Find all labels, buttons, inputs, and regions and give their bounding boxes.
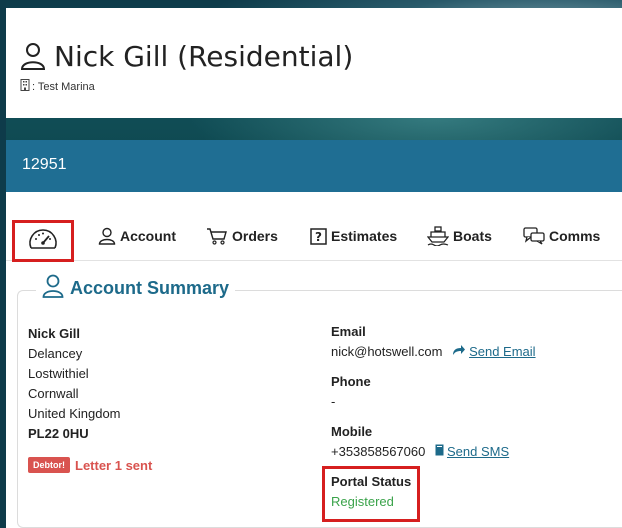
- email-row: nick@hotswell.com Send Email: [331, 344, 536, 359]
- mobile-row: +353858567060 Send SMS: [331, 444, 509, 459]
- account-summary-title: Account Summary: [36, 274, 236, 303]
- address-line: Lostwithiel: [28, 366, 89, 381]
- address-line: United Kingdom: [28, 406, 121, 421]
- summary-title-text: Account Summary: [70, 278, 230, 298]
- user-icon: [42, 274, 64, 303]
- cart-icon: [206, 227, 228, 245]
- marina-line: : Test Marina: [20, 79, 95, 94]
- address-name: Nick Gill: [28, 326, 81, 341]
- email-value: nick@hotswell.com: [331, 344, 443, 359]
- portal-status-highlight: [322, 466, 420, 522]
- debtor-text: Letter 1 sent: [75, 457, 153, 473]
- tab-label: Account: [120, 228, 176, 244]
- tab-label: Boats: [453, 228, 492, 244]
- tab-bar: Account Orders ? Estimates Boats Comms: [6, 192, 622, 261]
- tab-label: Orders: [232, 228, 278, 244]
- question-square-icon: ?: [310, 227, 327, 245]
- dashboard-gauge-icon: [27, 226, 59, 257]
- tab-comms[interactable]: Comms: [523, 224, 600, 248]
- marina-label: : Test Marina: [32, 80, 95, 93]
- address-line: Delancey: [28, 346, 83, 361]
- ship-icon: [427, 226, 449, 246]
- address-block: Nick Gill Delancey Lostwithiel Cornwall …: [28, 324, 121, 444]
- user-icon: [20, 42, 46, 70]
- tab-label: Comms: [549, 228, 601, 244]
- page-title: Nick Gill (Residential): [20, 38, 353, 74]
- tab-estimates[interactable]: ? Estimates: [310, 224, 397, 248]
- mobile-label: Mobile: [331, 424, 373, 439]
- header-card: Nick Gill (Residential) : Test Marina: [6, 8, 622, 118]
- account-id: 12951: [22, 156, 67, 173]
- address-line: Cornwall: [28, 386, 79, 401]
- send-sms-label: Send SMS: [446, 444, 510, 459]
- building-icon: [20, 79, 30, 94]
- email-label: Email: [331, 324, 366, 339]
- send-sms-link[interactable]: Send SMS: [435, 444, 509, 459]
- send-email-link[interactable]: Send Email: [452, 344, 536, 359]
- book-icon: [435, 444, 444, 459]
- tab-label: Estimates: [331, 228, 398, 244]
- account-id-band: 12951: [6, 140, 622, 192]
- main-content: Account Orders ? Estimates Boats Comms A…: [6, 192, 622, 528]
- customer-name: Nick Gill (Residential): [54, 39, 354, 73]
- tab-account[interactable]: Account: [98, 224, 176, 248]
- user-icon: [98, 227, 116, 245]
- mobile-value: +353858567060: [331, 444, 426, 459]
- address-postcode: PL22 0HU: [28, 426, 89, 441]
- send-email-label: Send Email: [469, 344, 536, 359]
- debtor-badge: Debtor!: [28, 457, 70, 473]
- tab-orders[interactable]: Orders: [206, 224, 278, 248]
- tab-dashboard[interactable]: [12, 220, 74, 262]
- svg-text:?: ?: [315, 230, 322, 244]
- debtor-status: Debtor! Letter 1 sent: [28, 457, 152, 473]
- phone-value: -: [331, 394, 336, 409]
- phone-label: Phone: [331, 374, 371, 389]
- share-arrow-icon: [452, 344, 466, 359]
- tab-boats[interactable]: Boats: [427, 224, 492, 248]
- chat-icon: [523, 227, 545, 245]
